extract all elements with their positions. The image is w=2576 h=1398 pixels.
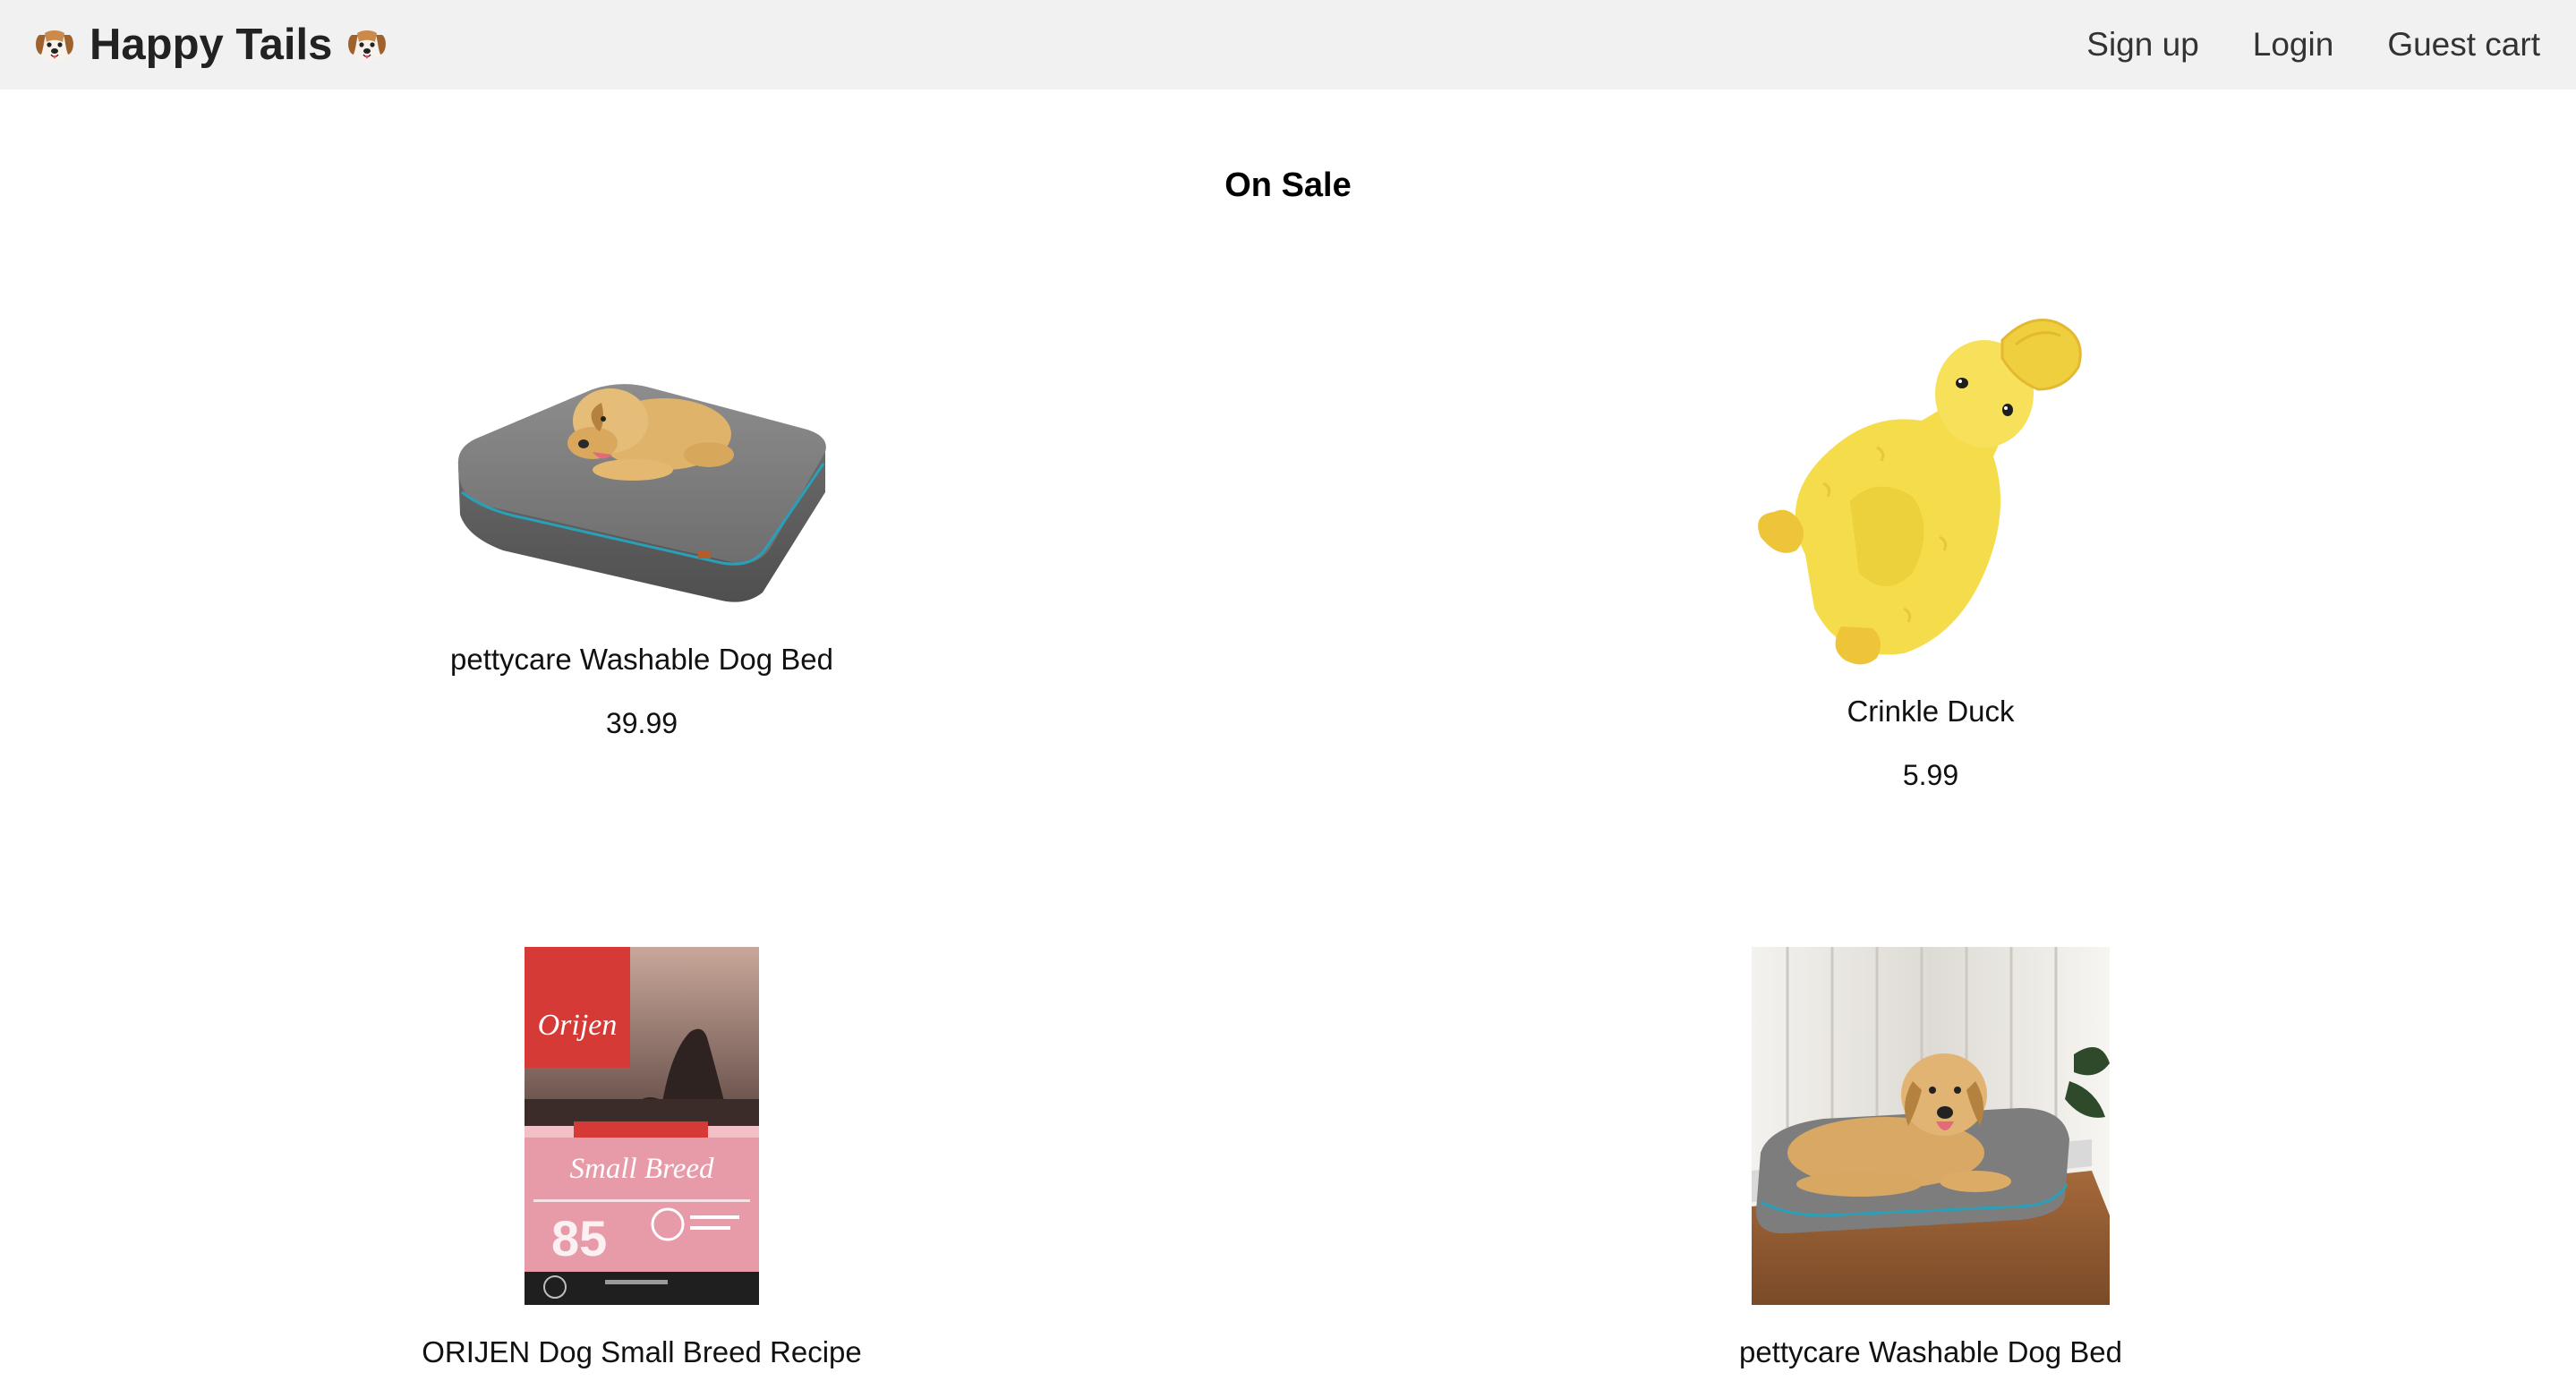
login-link[interactable]: Login [2253,26,2334,64]
product-name[interactable]: pettycare Washable Dog Bed [1617,1335,2244,1369]
dog-face-icon [36,30,73,62]
brand-title[interactable]: Happy Tails [90,20,332,70]
product-price: 39.99 [605,707,678,739]
navbar: Happy Tails Sign up Login Guest cart [0,0,2576,90]
product-name[interactable]: ORIJEN Dog Small Breed Recipe [328,1335,955,1369]
signup-link[interactable]: Sign up [2086,26,2199,64]
product-card[interactable]: Crinkle Duck 5.99 [1617,304,2244,792]
product-card[interactable]: pettycare Washable Dog Bed [1617,947,2244,1369]
section-title: On Sale [1224,166,1352,204]
guest-cart-link[interactable]: Guest cart [2387,26,2540,64]
product-card[interactable]: pettycare Washable Dog Bed 39.99 [328,358,955,740]
product-image-dog-bed-room[interactable] [1752,947,2110,1305]
brand-logo[interactable]: Happy Tails [32,0,389,90]
product-name[interactable]: pettycare Washable Dog Bed [328,643,955,677]
product-image-dog-bed[interactable] [449,358,834,609]
product-image-crinkle-duck[interactable] [1743,304,2119,671]
dog-face-icon [348,30,387,62]
percent-text: 85 [551,1210,607,1266]
product-card[interactable]: Orijen Small Breed 85 ORIJEN Dog Small B… [328,947,955,1369]
product-price: 5.99 [1902,759,1959,791]
orijen-logo-text: Orijen [538,1009,618,1042]
nav-links: Sign up Login Guest cart [2086,0,2540,90]
product-image-orijen-bag[interactable]: Orijen Small Breed 85 [525,947,759,1305]
product-name[interactable]: Crinkle Duck [1617,695,2244,729]
small-breed-text: Small Breed [570,1153,714,1185]
